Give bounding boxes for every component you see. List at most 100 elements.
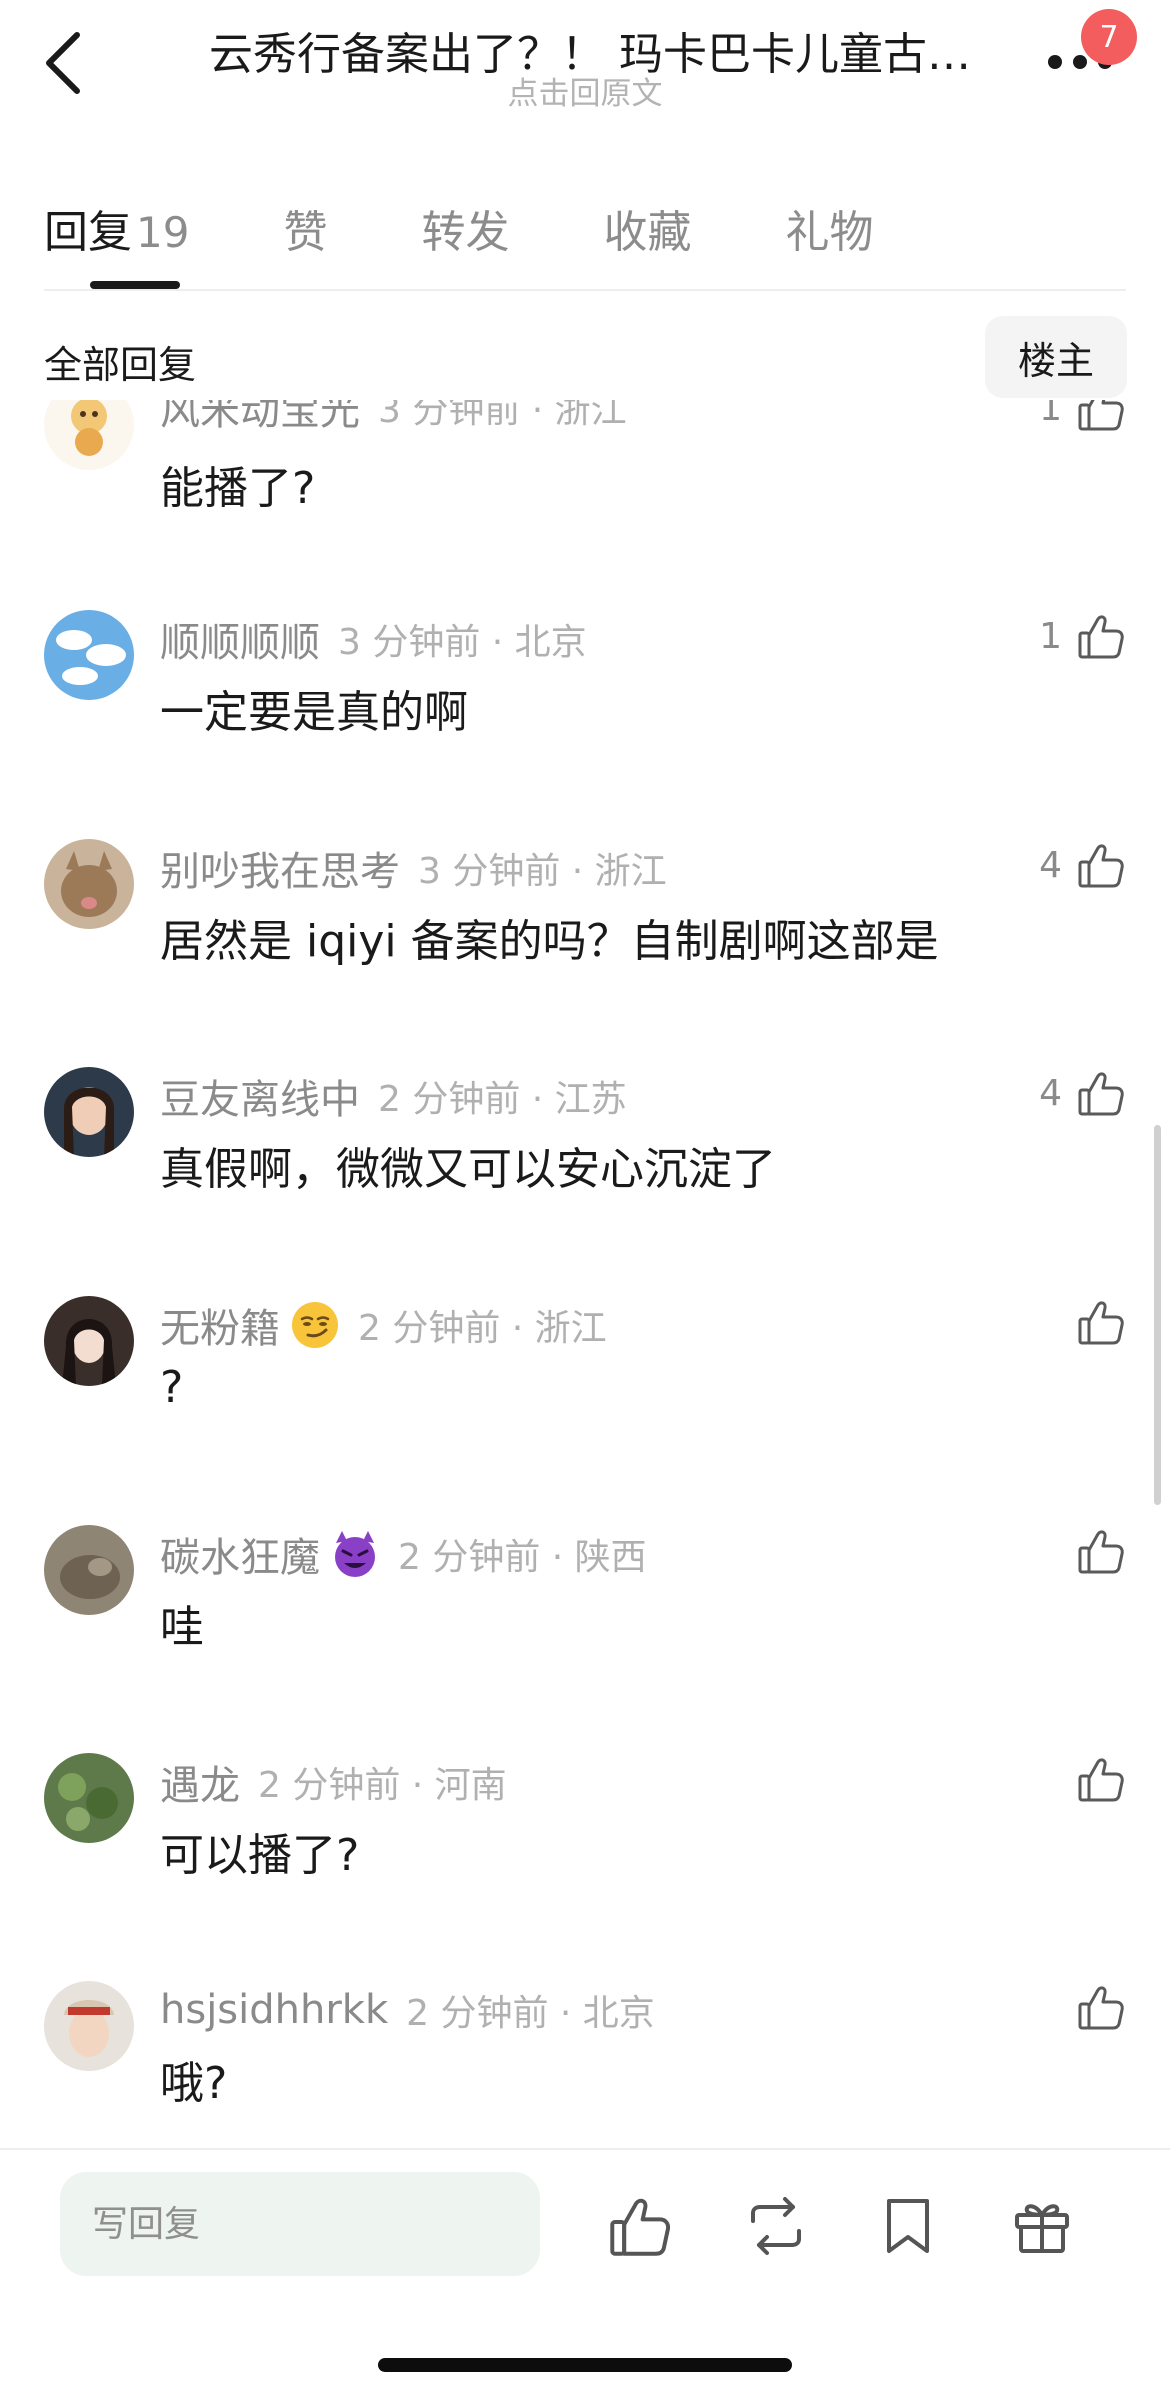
comment-text[interactable]: 能播了?	[160, 452, 315, 516]
username[interactable]: 风米动宝光	[160, 400, 360, 436]
username[interactable]: 顺顺顺顺	[160, 610, 320, 668]
gift-button[interactable]	[1006, 2190, 1078, 2262]
comment-item: 别吵我在思考 3 分钟前 · 浙江 居然是 iqiyi 备案的吗？自制剧啊这部是…	[0, 839, 1170, 1077]
back-to-original-link[interactable]: 点击回原文	[0, 68, 1170, 113]
scrollbar[interactable]	[1154, 1125, 1161, 1505]
home-indicator	[378, 2358, 792, 2372]
op-only-filter-button[interactable]: 楼主	[985, 316, 1127, 398]
comment-item: 风米动宝光 3 分钟前 · 浙江 能播了? 1	[0, 400, 1170, 614]
comment-item: 无粉籍 2 分钟前 · 浙江 ?	[0, 1296, 1170, 1534]
repost-button[interactable]	[740, 2190, 812, 2262]
tab-bar: 回复19 赞 转发 收藏 礼物	[44, 190, 967, 260]
avatar-image	[44, 1981, 134, 2071]
avatar[interactable]	[44, 610, 134, 700]
active-tab-indicator	[90, 281, 180, 289]
top-bar: 云秀行备案出了？！ 玛卡巴卡儿童古… 点击回原文 7	[0, 0, 1170, 140]
comment-item: 碳水狂魔 2 分钟前 · 陕西 哇	[0, 1525, 1170, 1763]
tab-gifts[interactable]: 礼物	[785, 196, 873, 260]
comment-list[interactable]: 风米动宝光 3 分钟前 · 浙江 能播了? 1 顺顺顺顺 3 分钟前 · 北京 …	[0, 400, 1170, 2145]
username[interactable]: hsjsidhhrkk	[160, 1987, 388, 2033]
tab-label: 赞	[283, 207, 328, 258]
bottom-action-bar	[0, 2148, 1170, 2396]
tab-label: 转发	[421, 207, 510, 258]
like-count: 4	[1039, 1072, 1062, 1114]
timestamp-location: 2 分钟前 · 江苏	[378, 1079, 627, 1120]
comment-text[interactable]: 哦?	[160, 2047, 227, 2111]
timestamp-location: 2 分钟前 · 浙江	[358, 1308, 607, 1349]
username[interactable]: 无粉籍	[160, 1296, 280, 1354]
comment-text[interactable]: 真假啊，微微又可以安心沉淀了	[160, 1133, 776, 1197]
comment-text[interactable]: 一定要是真的啊	[160, 676, 468, 740]
timestamp-location: 3 分钟前 · 浙江	[378, 400, 627, 431]
comment-meta: 风米动宝光 3 分钟前 · 浙江	[160, 400, 627, 434]
notification-badge: 7	[1081, 9, 1137, 65]
like-button[interactable]: 4	[1039, 1063, 1126, 1123]
avatar[interactable]	[44, 400, 134, 470]
avatar[interactable]	[44, 1753, 134, 1843]
avatar[interactable]	[44, 1296, 134, 1386]
username[interactable]: 碳水狂魔	[160, 1525, 320, 1583]
timestamp-location: 3 分钟前 · 北京	[338, 622, 587, 663]
avatar[interactable]	[44, 839, 134, 929]
username[interactable]: 豆友离线中	[160, 1067, 360, 1125]
avatar[interactable]	[44, 1525, 134, 1615]
tab-favorites[interactable]: 收藏	[603, 196, 691, 260]
avatar-image	[44, 1753, 134, 1843]
divider	[44, 289, 1126, 291]
like-button[interactable]	[1076, 1292, 1126, 1352]
username[interactable]: 别吵我在思考	[160, 839, 400, 897]
devil-emoji-icon	[335, 1531, 375, 1577]
thumbs-up-icon	[1078, 1301, 1124, 1345]
comment-meta: 顺顺顺顺 3 分钟前 · 北京	[160, 614, 587, 666]
like-count: 4	[1039, 844, 1062, 886]
username[interactable]: 遇龙	[160, 1753, 240, 1811]
comment-text[interactable]: 哇	[160, 1591, 204, 1655]
like-button[interactable]: 4	[1039, 835, 1126, 895]
comment-text[interactable]: 可以播了?	[160, 1819, 359, 1883]
avatar-image	[44, 1525, 134, 1615]
like-button[interactable]	[1076, 1977, 1126, 2037]
avatar[interactable]	[44, 1981, 134, 2071]
tab-label: 收藏	[603, 207, 692, 258]
like-button[interactable]	[1076, 1749, 1126, 1809]
thumbs-up-icon	[1078, 1530, 1124, 1574]
comment-meta: 豆友离线中 2 分钟前 · 江苏	[160, 1071, 627, 1123]
tab-reposts[interactable]: 转发	[421, 196, 509, 260]
bookmark-icon	[887, 2199, 929, 2253]
comment-item: hsjsidhhrkk 2 分钟前 · 北京 哦?	[0, 1981, 1170, 2145]
like-button[interactable]	[1076, 1521, 1126, 1581]
tab-label: 礼物	[785, 207, 874, 258]
comment-meta: 别吵我在思考 3 分钟前 · 浙江	[160, 843, 667, 895]
like-count: 1	[1039, 615, 1062, 657]
avatar-image	[44, 610, 134, 700]
thumbs-up-icon	[1078, 1072, 1124, 1116]
bookmark-button[interactable]	[872, 2190, 944, 2262]
tab-replies[interactable]: 回复19	[44, 196, 189, 260]
tab-count: 19	[136, 208, 190, 257]
like-post-button[interactable]	[604, 2190, 676, 2262]
timestamp-location: 2 分钟前 · 陕西	[398, 1537, 647, 1578]
thumbs-up-icon	[1078, 844, 1124, 888]
tab-likes[interactable]: 赞	[283, 196, 327, 260]
thumbs-up-icon	[610, 2198, 671, 2256]
comment-text[interactable]: 居然是 iqiyi 备案的吗？自制剧啊这部是	[160, 905, 939, 969]
like-button[interactable]: 1	[1039, 400, 1126, 438]
like-button[interactable]: 1	[1039, 606, 1126, 666]
tab-label: 回复	[44, 207, 132, 258]
avatar-image	[44, 839, 134, 929]
reply-input[interactable]	[60, 2172, 540, 2276]
comment-item: 顺顺顺顺 3 分钟前 · 北京 一定要是真的啊 1	[0, 610, 1170, 848]
smirk-emoji-icon	[292, 1302, 338, 1348]
avatar[interactable]	[44, 1067, 134, 1157]
thumbs-up-icon	[1078, 1758, 1124, 1802]
avatar-image	[44, 1067, 134, 1157]
comment-meta: 无粉籍 2 分钟前 · 浙江	[160, 1300, 607, 1352]
timestamp-location: 3 分钟前 · 浙江	[418, 851, 667, 892]
comment-meta: hsjsidhhrkk 2 分钟前 · 北京	[160, 1985, 655, 2035]
avatar-image	[44, 400, 134, 470]
comment-text[interactable]: ?	[160, 1362, 183, 1413]
comment-meta: 碳水狂魔 2 分钟前 · 陕西	[160, 1529, 647, 1581]
timestamp-location: 2 分钟前 · 河南	[258, 1765, 507, 1806]
all-replies-heading: 全部回复	[44, 343, 197, 387]
avatar-image	[44, 1296, 134, 1386]
